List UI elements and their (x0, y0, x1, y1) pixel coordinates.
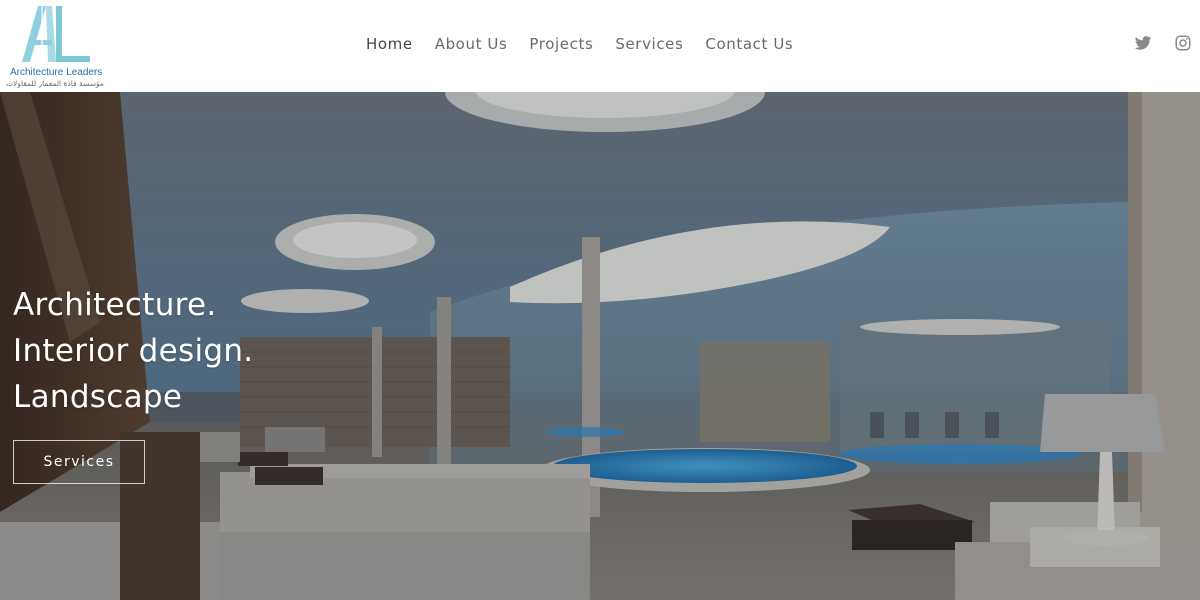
hero-line-architecture: Architecture. (13, 287, 217, 323)
nav-contact-us[interactable]: Contact Us (705, 33, 793, 55)
nav-home[interactable]: Home (366, 33, 413, 55)
services-button[interactable]: Services (13, 440, 145, 484)
main-nav: Home About Us Projects Services Contact … (366, 33, 793, 55)
logo-arabic-name: مؤسسة قادة المعمار للمقاولات (6, 79, 104, 88)
hero-headline: Architecture. Interior design. Landscape (13, 282, 253, 420)
al-monogram-icon (22, 6, 90, 62)
hero-line-interior-design: Interior design. (13, 333, 254, 369)
twitter-icon[interactable] (1134, 34, 1152, 52)
logo[interactable]: Architecture Leaders مؤسسة قادة المعمار … (6, 4, 118, 88)
logo-name: Architecture Leaders (10, 67, 103, 78)
site-header: Architecture Leaders مؤسسة قادة المعمار … (0, 0, 1200, 92)
nav-projects[interactable]: Projects (529, 33, 593, 55)
hero-section: Architecture. Interior design. Landscape… (0, 92, 1200, 600)
hero-line-landscape: Landscape (13, 379, 183, 415)
social-links (1134, 34, 1192, 52)
nav-services[interactable]: Services (615, 33, 683, 55)
nav-about-us[interactable]: About Us (435, 33, 508, 55)
instagram-icon[interactable] (1174, 34, 1192, 52)
